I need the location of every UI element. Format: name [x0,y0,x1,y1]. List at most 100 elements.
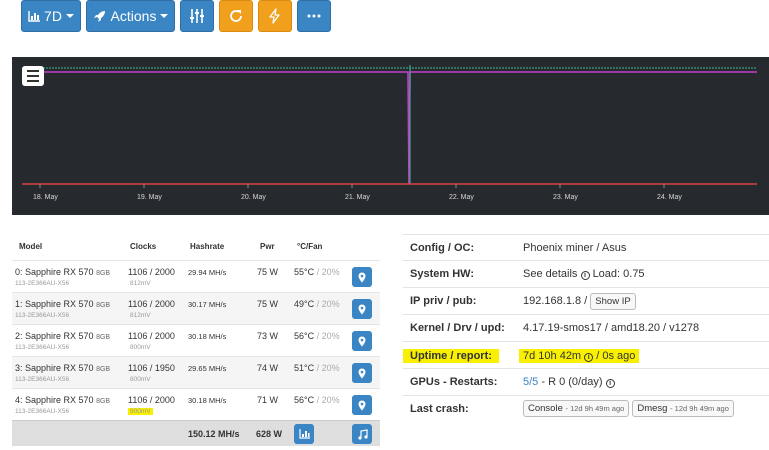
stats-button[interactable] [294,424,314,444]
system-label: System HW: [410,268,474,280]
gpu-temp-fan: 55°C / 20% [294,267,340,277]
gpu-location-button[interactable] [352,331,372,351]
uptime-value: 7d 10h 42m [523,350,582,362]
header-model: Model [19,242,43,251]
map-pin-icon [358,336,366,346]
console-button[interactable]: Console - 12d 9h 49m ago [523,400,630,417]
map-pin-icon [358,368,366,378]
uptime-value-group: 7d 10h 42m i / 0s ago [519,349,640,363]
gpu-clocks: 1106 / 2000 [128,331,175,341]
header-temp-fan: °C/Fan [297,242,323,251]
music-note-icon [357,428,368,440]
gpu-location-button[interactable] [352,363,372,383]
gpu-hashrate: 29.65 MH/s [188,364,227,373]
ip-label: IP priv / pub: [410,295,477,307]
restart-button[interactable] [219,0,253,32]
gpu-temp-fan: 49°C / 20% [294,299,340,309]
info-row-gpus: GPUs - Restarts: 5/5 - R 0 (0/day) i [403,369,769,396]
kernel-value: 4.17.19-smos17 / amd18.20 / v1278 [523,322,700,334]
gpu-temp-fan: 56°C / 20% [294,331,340,341]
gpu-location-button[interactable] [352,395,372,415]
ellipsis-icon [307,14,321,18]
chart-menu-button[interactable] [22,66,44,86]
info-row-ip: IP priv / pub: 192.168.1.8 / Show IP [403,288,769,315]
x-tick-label: 23. May [553,194,578,201]
tune-button[interactable] [180,0,214,32]
hamburger-line [27,70,39,72]
see-details-link[interactable]: See details [523,268,577,280]
gpu-vbios: 113-2E366AU-X56 [15,280,70,287]
actions-label: Actions [110,8,157,24]
time-range-dropdown[interactable]: 7D [21,0,81,32]
gpu-voltage: 800mV [130,376,151,383]
gpu-name: 1: Sapphire RX 570 8GB [15,299,111,309]
total-power: 628 W [256,429,283,439]
gpu-row: 2: Sapphire RX 570 8GB 113-2E366AU-X56 110… [12,324,380,356]
header-pwr: Pwr [260,242,275,251]
info-icon[interactable]: i [605,379,615,388]
more-button[interactable] [297,0,331,32]
gpu-name: 2: Sapphire RX 570 8GB [15,331,111,341]
actions-dropdown[interactable]: Actions [86,0,175,32]
gpu-voltage: 800mV [130,344,151,351]
gpus-count-link[interactable]: 5/5 [523,376,538,388]
chart-plot: 18. May 19. May 20. May 21. May 22. May 23. M… [22,65,757,201]
hamburger-line [27,80,39,82]
gpu-table-total: 150.12 MH/s 628 W [12,420,380,446]
info-row-config: Config / OC: Phoenix miner / Asus [403,234,769,261]
info-row-uptime: Uptime / report: 7d 10h 42m i / 0s ago [403,342,769,369]
gpu-clocks: 1106 / 1950 [128,363,175,373]
header-clocks: Clocks [130,242,157,251]
gpu-name: 4: Sapphire RX 570 8GB [15,395,111,405]
gpu-location-button[interactable] [352,299,372,319]
gpu-name: 0: Sapphire RX 570 8GB [15,267,111,277]
info-icon[interactable]: i [580,271,590,280]
info-icon[interactable]: i [584,353,594,362]
x-tick-label: 24. May [657,194,682,201]
series-purple-line [22,71,757,185]
gpu-clocks: 1106 / 2000 [128,395,175,405]
gpu-power: 74 W [257,363,279,373]
gpu-location-button[interactable] [352,267,372,287]
dmesg-label: Dmesg [637,403,668,414]
gpu-row: 0: Sapphire RX 570 8GB 113-2E366AU-X56 110… [12,260,380,292]
gpu-table: Model Clocks Hashrate Pwr °C/Fan 0: Sapp… [12,234,380,446]
sliders-icon [190,9,204,23]
gpu-row: 1: Sapphire RX 570 8GB 113-2E366AU-X56 110… [12,292,380,324]
rocket-icon [93,10,105,22]
bar-chart-icon [298,429,310,439]
gpu-voltage: 800mV [128,408,153,415]
gpu-power: 75 W [257,299,279,309]
gpu-power: 73 W [257,331,279,341]
gpu-vbios: 113-2E366AU-X56 [15,376,70,383]
config-label: Config / OC: [410,242,475,254]
gpu-voltage: 812mV [130,280,151,287]
info-row-crash: Last crash: Console - 12d 9h 49m ago Dme… [403,396,769,423]
dmesg-button[interactable]: Dmesg - 12d 9h 49m ago [632,400,734,417]
gpu-vbios: 113-2E366AU-X56 [15,344,70,351]
gpu-hashrate: 30.18 MH/s [188,332,227,341]
gpus-value-group: 5/5 - R 0 (0/day) i [523,376,615,388]
show-ip-button[interactable]: Show IP [590,293,636,310]
gpu-row: 3: Sapphire RX 570 8GB 113-2E366AU-X56 110… [12,356,380,388]
gpus-label: GPUs - Restarts: [410,376,498,388]
restarts-value: - R 0 (0/day) [541,376,603,388]
power-button[interactable] [258,0,292,32]
x-tick-label: 20. May [241,194,266,201]
console-label: Console [528,403,563,414]
rig-info-table: Config / OC: Phoenix miner / Asus System… [403,234,769,423]
map-pin-icon [358,272,366,282]
gpu-table-header: Model Clocks Hashrate Pwr °C/Fan [12,234,380,260]
gpu-clocks: 1106 / 2000 [128,267,175,277]
info-row-kernel: Kernel / Drv / upd: 4.17.19-smos17 / amd… [403,315,769,342]
x-tick-label: 21. May [345,194,370,201]
gpu-name: 3: Sapphire RX 570 8GB [15,363,111,373]
report-ago: / 0s ago [596,350,636,362]
crash-label: Last crash: [410,403,469,415]
crash-buttons: Console - 12d 9h 49m ago Dmesg - 12d 9h … [523,400,734,417]
system-value: See details i Load: 0.75 [523,268,645,280]
gpu-hashrate: 29.94 MH/s [188,268,227,277]
gpu-vbios: 113-2E366AU-X56 [15,408,70,415]
gpu-clocks: 1106 / 2000 [128,299,175,309]
music-button[interactable] [352,424,372,444]
